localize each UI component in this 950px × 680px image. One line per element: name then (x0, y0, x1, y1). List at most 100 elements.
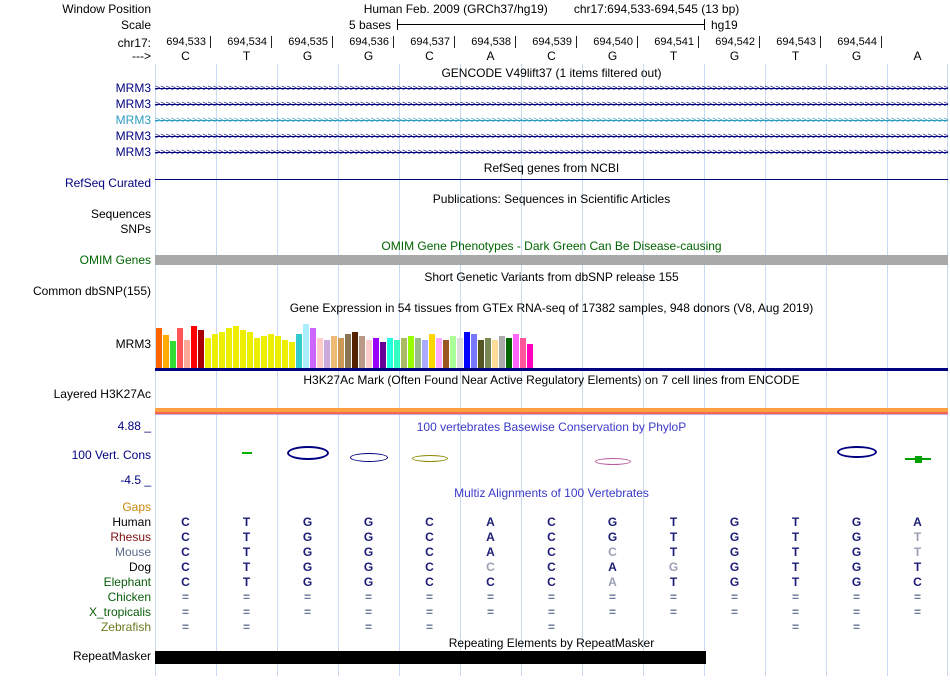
gene-transcript[interactable]: >>>>>>>>>>>>>>>>>>>>>>>>>>>>>>>>>>>>>>>>… (155, 112, 948, 128)
ruler-position: 694,540 (582, 36, 638, 48)
gencode-track-title[interactable]: GENCODE V49lift37 (1 items filtered out) (155, 66, 948, 80)
transcript-strand-arrows: >>>>>>>>>>>>>>>>>>>>>>>>>>>>>>>>>>>>>>>>… (155, 147, 948, 157)
gtex-tissue-bar (345, 334, 351, 368)
gtex-tissue-bar (352, 332, 358, 368)
sequence-base: C (547, 49, 556, 63)
sequence-base: G (363, 49, 374, 63)
alignment-base: = (181, 590, 189, 604)
track-label-omim-genes[interactable]: OMIM Genes (0, 253, 151, 267)
alignment-base: = (608, 605, 616, 619)
ruler-position: 694,537 (399, 36, 455, 48)
alignment-base: T (791, 530, 800, 544)
ruler-position: 694,534 (216, 36, 272, 48)
alignment-base: = (852, 590, 860, 604)
alignment-base: = (913, 605, 921, 619)
alignment-base: G (302, 515, 313, 529)
ruler-position: 694,533 (155, 36, 211, 48)
alignment-base: = (852, 605, 860, 619)
gtex-track-title[interactable]: Gene Expression in 54 tissues from GTEx … (155, 301, 948, 315)
alignment-base: C (425, 515, 434, 529)
gtex-tissue-bar (163, 335, 169, 368)
gtex-tissue-bar (296, 334, 302, 368)
refseq-curated-line[interactable] (155, 179, 948, 180)
alignment-base: G (729, 515, 740, 529)
gtex-tissue-bar (520, 338, 526, 368)
conservation-peak-ellipse (594, 457, 631, 465)
chromosome-label: chr17: (117, 36, 151, 50)
refseq-track-title[interactable]: RefSeq genes from NCBI (155, 161, 948, 175)
alignment-base: A (608, 560, 617, 574)
gtex-tissue-bar (471, 334, 477, 368)
conservation-peak-ellipse (411, 454, 448, 462)
gene-track-label[interactable]: MRM3 (0, 129, 151, 143)
alignment-base: = (181, 605, 189, 619)
gtex-tissue-bar (436, 338, 442, 368)
ruler-position: 694,542 (704, 36, 760, 48)
omim-genes-bar[interactable] (155, 255, 948, 265)
ruler-position: 694,535 (277, 36, 333, 48)
h3k27ac-track-title[interactable]: H3K27Ac Mark (Often Found Near Active Re… (155, 373, 948, 387)
alignment-base: C (547, 545, 556, 559)
alignment-base: C (486, 575, 495, 589)
gtex-tissue-bar (387, 338, 393, 368)
track-label-common-dbsnp[interactable]: Common dbSNP(155) (0, 284, 151, 298)
alignment-base: T (913, 560, 922, 574)
alignment-base: C (547, 530, 556, 544)
repeatmasker-bar[interactable] (155, 651, 706, 664)
gene-track-label[interactable]: MRM3 (0, 145, 151, 159)
sequence-base: C (181, 49, 190, 63)
alignment-base: G (851, 575, 862, 589)
alignment-base: T (791, 515, 800, 529)
alignment-base: T (791, 575, 800, 589)
track-label-snps[interactable]: SNPs (0, 222, 151, 236)
alignment-base: C (181, 545, 190, 559)
track-label-repeatmasker[interactable]: RepeatMasker (0, 649, 151, 663)
track-label-sequences[interactable]: Sequences (0, 207, 151, 221)
phylop-max-value: 4.88 _ (117, 419, 151, 433)
gtex-tissue-bar (191, 326, 197, 368)
species-label-dog: Dog (128, 560, 151, 574)
species-label-mouse: Mouse (114, 545, 151, 559)
gtex-tissue-bar (527, 344, 533, 368)
gene-transcript[interactable]: >>>>>>>>>>>>>>>>>>>>>>>>>>>>>>>>>>>>>>>>… (155, 96, 948, 112)
sequence-base: G (302, 49, 313, 63)
track-label-100-vert-cons[interactable]: 100 Vert. Cons (0, 448, 151, 462)
ruler-position: 694,544 (826, 36, 882, 48)
conservation-peak-ellipse (286, 446, 329, 460)
repeatmasker-track-title[interactable]: Repeating Elements by RepeatMasker (155, 636, 948, 650)
alignment-base: G (851, 530, 862, 544)
gene-transcript[interactable]: >>>>>>>>>>>>>>>>>>>>>>>>>>>>>>>>>>>>>>>>… (155, 80, 948, 96)
alignment-base: T (791, 545, 800, 559)
publications-track-title[interactable]: Publications: Sequences in Scientific Ar… (155, 192, 948, 206)
gtex-tissue-bar (170, 341, 176, 368)
dbsnp-track-title[interactable]: Short Genetic Variants from dbSNP releas… (155, 270, 948, 284)
alignment-base: = (669, 590, 677, 604)
alignment-base: C (547, 515, 556, 529)
alignment-base: = (608, 590, 616, 604)
gene-transcript[interactable]: >>>>>>>>>>>>>>>>>>>>>>>>>>>>>>>>>>>>>>>>… (155, 144, 948, 160)
omim-track-title[interactable]: OMIM Gene Phenotypes - Dark Green Can Be… (155, 239, 948, 253)
alignment-base: C (608, 545, 617, 559)
gene-transcript[interactable]: >>>>>>>>>>>>>>>>>>>>>>>>>>>>>>>>>>>>>>>>… (155, 128, 948, 144)
sequence-base: T (791, 49, 800, 63)
alignment-base: = (730, 590, 738, 604)
transcript-strand-arrows: >>>>>>>>>>>>>>>>>>>>>>>>>>>>>>>>>>>>>>>>… (155, 115, 948, 125)
position-range-title: chr17:694,533-694,545 (13 bp) (573, 2, 740, 16)
track-label-refseq-curated[interactable]: RefSeq Curated (0, 176, 151, 190)
track-label-layered-h3k27ac[interactable]: Layered H3K27Ac (0, 387, 151, 401)
gtex-expression-bars[interactable] (156, 322, 536, 368)
gene-track-label[interactable]: MRM3 (0, 81, 151, 95)
alignment-base: A (486, 515, 495, 529)
alignment-base: G (363, 515, 374, 529)
alignment-base: T (669, 575, 678, 589)
gtex-tissue-bar (247, 332, 253, 368)
alignment-base: = (181, 620, 189, 634)
conservation-track[interactable] (155, 437, 948, 483)
phylop-track-title[interactable]: 100 vertebrates Basewise Conservation by… (155, 420, 948, 434)
multiz-track-title[interactable]: Multiz Alignments of 100 Vertebrates (155, 486, 948, 500)
gene-track-label[interactable]: MRM3 (0, 113, 151, 127)
alignment-base: G (851, 545, 862, 559)
alignment-base: = (730, 605, 738, 619)
track-label-gtex-gene[interactable]: MRM3 (0, 337, 151, 351)
gene-track-label[interactable]: MRM3 (0, 97, 151, 111)
